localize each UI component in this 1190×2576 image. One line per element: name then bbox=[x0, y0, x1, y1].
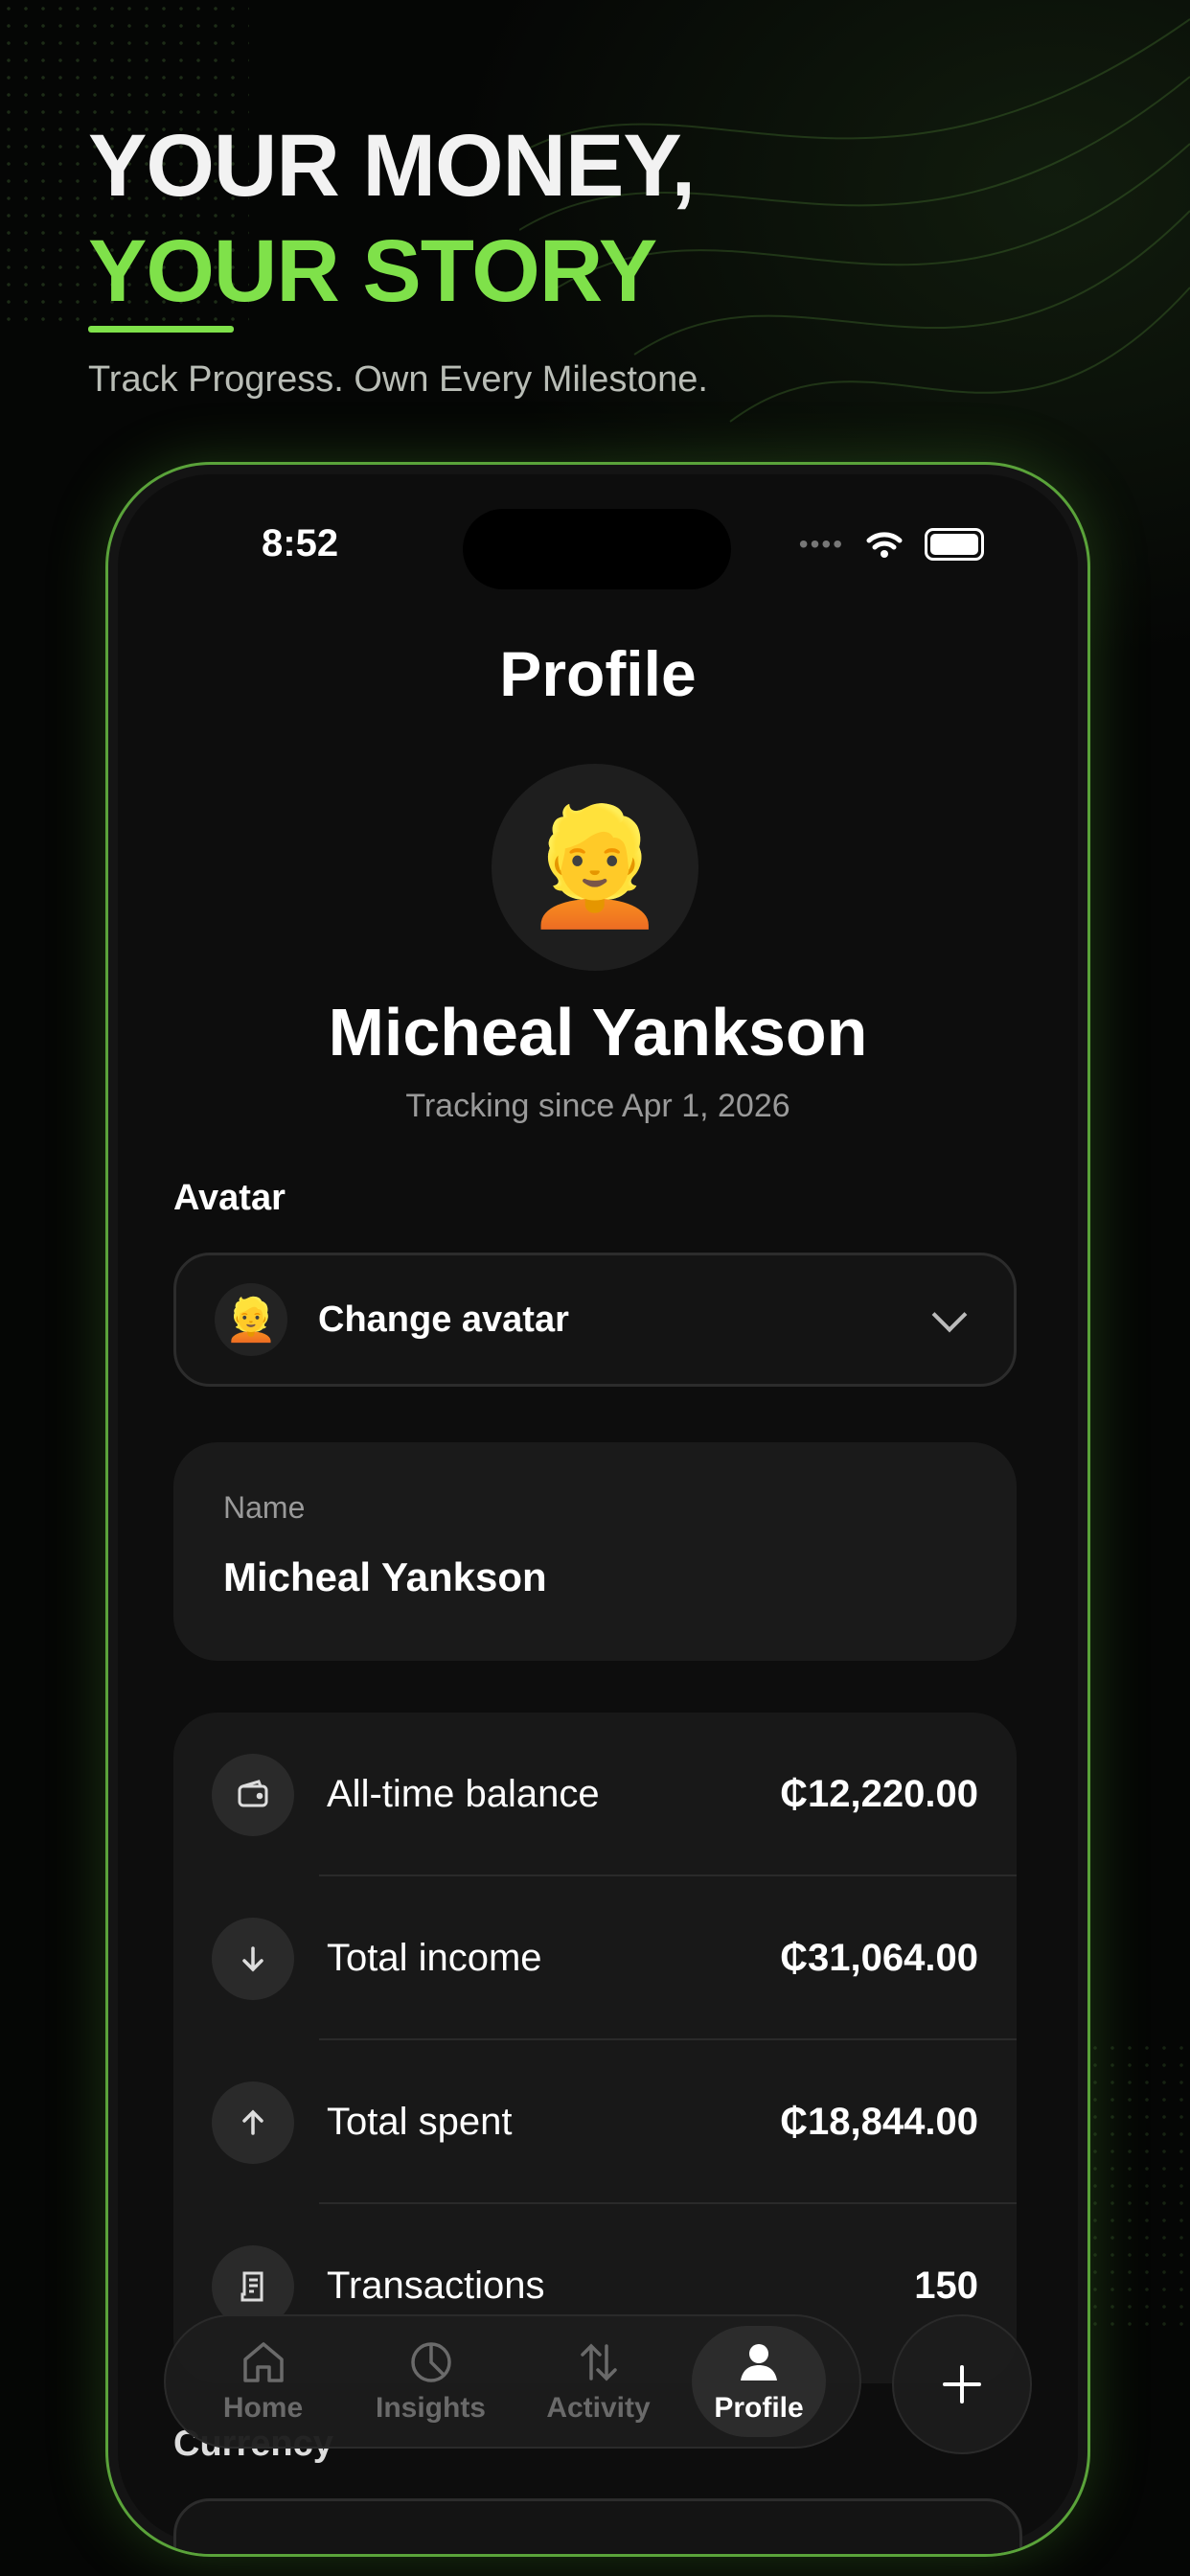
tab-activity-label: Activity bbox=[546, 2392, 651, 2424]
tab-home[interactable]: Home bbox=[179, 2326, 347, 2437]
avatar-emoji: 👱 bbox=[523, 802, 667, 931]
signal-icon: •••• bbox=[798, 529, 844, 559]
hero-line-1: YOUR MONEY, bbox=[88, 117, 696, 215]
add-transaction-button[interactable] bbox=[892, 2314, 1032, 2454]
status-time: 8:52 bbox=[262, 522, 339, 564]
change-avatar-dropdown[interactable]: 👱 Change avatar bbox=[173, 1253, 1017, 1387]
wifi-icon bbox=[866, 532, 903, 558]
avatar-mini-emoji: 👱 bbox=[224, 1297, 278, 1344]
stat-label: Transactions bbox=[327, 2265, 545, 2307]
avatar-section-label: Avatar bbox=[173, 1178, 286, 1218]
tab-insights[interactable]: Insights bbox=[347, 2326, 515, 2437]
stat-label: All-time balance bbox=[327, 1773, 600, 1815]
tab-profile-label: Profile bbox=[714, 2392, 804, 2424]
name-field[interactable]: Name Micheal Yankson bbox=[173, 1442, 1017, 1661]
stat-value: ₵31,064.00 bbox=[780, 1937, 978, 1979]
tracking-since: Tracking since Apr 1, 2026 bbox=[405, 1088, 790, 1124]
stat-value: ₵18,844.00 bbox=[780, 2101, 978, 2143]
battery-icon bbox=[925, 528, 984, 561]
stat-label: Total income bbox=[327, 1937, 542, 1979]
transfer-arrows-icon bbox=[580, 2343, 617, 2381]
stat-value: 150 bbox=[914, 2265, 978, 2307]
avatar-mini: 👱 bbox=[215, 1283, 287, 1356]
change-avatar-label: Change avatar bbox=[318, 1299, 569, 1340]
home-icon bbox=[242, 2342, 284, 2382]
stat-row-income: Total income ₵31,064.00 bbox=[173, 1876, 1017, 2040]
arrow-down-icon bbox=[212, 1917, 294, 2000]
stat-row-balance: All-time balance ₵12,220.00 bbox=[173, 1713, 1017, 1876]
hero-line-2: YOUR STORY bbox=[88, 222, 657, 320]
tab-profile[interactable]: Profile bbox=[692, 2326, 826, 2437]
name-field-value: Micheal Yankson bbox=[223, 1554, 547, 1599]
person-icon bbox=[741, 2344, 777, 2380]
stat-label: Total spent bbox=[327, 2101, 513, 2143]
tab-insights-label: Insights bbox=[375, 2392, 486, 2424]
status-icons: •••• bbox=[799, 528, 984, 561]
tab-bar: Home Insights Activity Profile bbox=[164, 2314, 861, 2449]
phone-mockup: 8:52 •••• Profile 👱 Micheal Yankson Trac… bbox=[105, 462, 1090, 2557]
avatar[interactable]: 👱 bbox=[492, 764, 698, 971]
arrow-up-icon bbox=[212, 2081, 294, 2164]
currency-selector[interactable] bbox=[173, 2498, 1022, 2554]
chevron-down-icon bbox=[931, 1297, 968, 1333]
stats-card: All-time balance ₵12,220.00 Total income… bbox=[173, 1713, 1017, 2383]
tab-activity[interactable]: Activity bbox=[515, 2326, 682, 2437]
hero-section: YOUR MONEY, YOUR STORY Track Progress. O… bbox=[88, 113, 708, 401]
hero-headline: YOUR MONEY, YOUR STORY bbox=[88, 113, 708, 324]
wallet-icon bbox=[212, 1753, 294, 1836]
plus-icon bbox=[943, 2365, 981, 2404]
tab-home-label: Home bbox=[222, 2392, 304, 2424]
pie-chart-icon bbox=[410, 2342, 451, 2382]
page-title: Profile bbox=[499, 638, 697, 709]
dynamic-island bbox=[463, 509, 731, 589]
stat-value: ₵12,220.00 bbox=[780, 1773, 978, 1815]
hero-tagline: Track Progress. Own Every Milestone. bbox=[88, 359, 708, 400]
profile-name: Micheal Yankson bbox=[328, 995, 868, 1070]
stat-row-spent: Total spent ₵18,844.00 bbox=[173, 2040, 1017, 2204]
name-field-caption: Name bbox=[223, 1490, 306, 1525]
hero-underline bbox=[88, 326, 234, 333]
